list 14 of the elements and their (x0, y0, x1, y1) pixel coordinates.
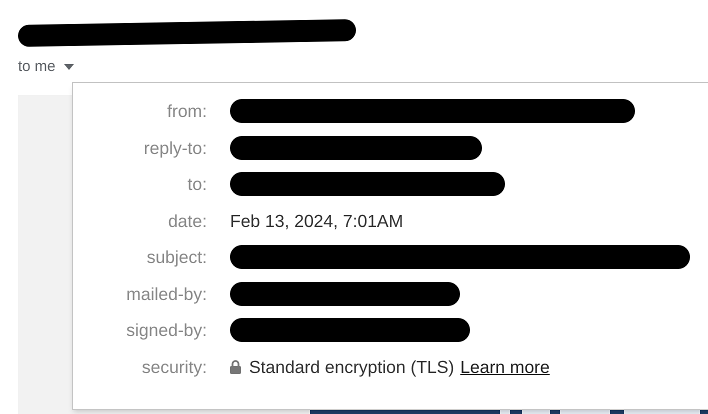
field-label: mailed-by: (125, 282, 207, 306)
security-text: Standard encryption (TLS) (249, 356, 454, 379)
field-label: from: (166, 100, 207, 124)
lock-icon (230, 360, 241, 374)
learn-more-link[interactable]: Learn more (460, 354, 550, 380)
recipient-text: to me (18, 57, 56, 77)
field-label: signed-by: (125, 319, 207, 342)
field-label: reply-to: (142, 136, 207, 160)
field-label: security: (140, 356, 207, 379)
field-label: date: (167, 210, 207, 233)
caret-icon[interactable] (64, 64, 74, 70)
date-text: Feb 13, 2024, 7:01AM (230, 210, 404, 233)
field-label: to: (186, 173, 207, 196)
field-label: subject: (146, 246, 207, 270)
